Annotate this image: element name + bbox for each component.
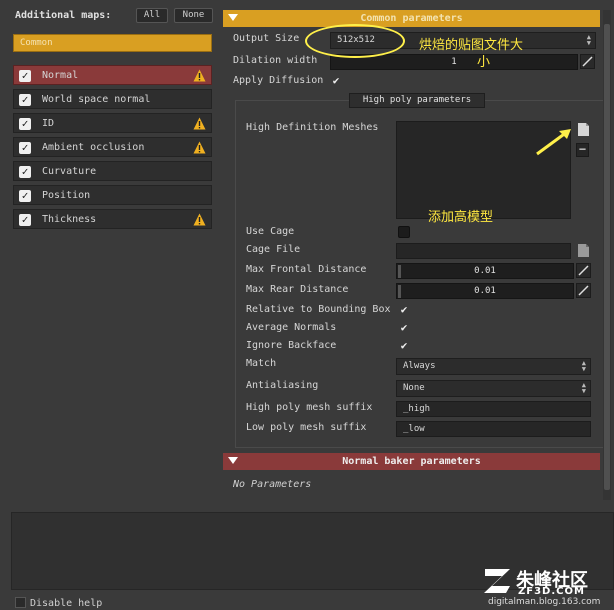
annotation-add-highpoly: 添加高模型 xyxy=(428,210,494,225)
average-normals-label: Average Normals xyxy=(246,322,337,333)
edit-pen-icon[interactable] xyxy=(576,263,591,278)
average-normals-checkbox[interactable]: ✔ xyxy=(398,322,410,334)
map-row-position[interactable]: ✓ Position xyxy=(13,185,212,205)
apply-diffusion-checkbox[interactable]: ✔ xyxy=(330,75,342,87)
updown-arrows-icon: ▲ ▼ xyxy=(581,359,586,373)
checkbox-ambient-occlusion[interactable]: ✓ xyxy=(19,142,31,154)
common-parameters-header[interactable]: Common parameters xyxy=(223,10,600,27)
map-label: Curvature xyxy=(42,166,97,177)
annotation-size-note-2: 小 xyxy=(477,55,491,70)
relative-bounding-box-label: Relative to Bounding Box xyxy=(246,304,391,315)
scrollbar-thumb[interactable] xyxy=(604,24,610,490)
match-dropdown[interactable]: Always ▲ ▼ xyxy=(396,358,591,375)
checkbox-world-space-normal[interactable]: ✓ xyxy=(19,94,31,106)
antialiasing-label: Antialiasing xyxy=(246,380,319,391)
ignore-backface-checkbox[interactable]: ✔ xyxy=(398,340,410,352)
normal-baker-header[interactable]: Normal baker parameters xyxy=(223,453,600,470)
select-none-button[interactable]: None xyxy=(174,8,213,23)
collapse-arrow-icon[interactable] xyxy=(228,457,238,464)
low-poly-suffix-label: Low poly mesh suffix xyxy=(246,422,367,433)
warning-icon xyxy=(193,117,206,130)
edit-pen-icon[interactable] xyxy=(576,283,591,298)
relative-bounding-box-checkbox[interactable]: ✔ xyxy=(398,304,410,316)
warning-icon xyxy=(193,141,206,154)
watermark-logo-icon xyxy=(484,569,510,593)
updown-arrows-icon: ▲ ▼ xyxy=(581,381,586,395)
map-row-id[interactable]: ✓ ID xyxy=(13,113,212,133)
slider-grip[interactable] xyxy=(398,285,401,298)
map-label: Normal xyxy=(42,70,79,81)
section-title: Normal baker parameters xyxy=(342,456,481,467)
watermark-url: digitalman.blog.163.com xyxy=(488,597,601,607)
warning-icon xyxy=(193,69,206,82)
map-row-curvature[interactable]: ✓ Curvature xyxy=(13,161,212,181)
edit-pen-icon[interactable] xyxy=(580,54,595,69)
watermark-sub: ZF3D.COM xyxy=(518,586,585,597)
dilation-width-value: 1 xyxy=(451,57,457,67)
slider-grip[interactable] xyxy=(398,265,401,278)
apply-diffusion-label: Apply Diffusion xyxy=(233,75,324,86)
checkbox-position[interactable]: ✓ xyxy=(19,190,31,202)
disable-help-checkbox[interactable] xyxy=(15,597,26,608)
checkbox-normal[interactable]: ✓ xyxy=(19,70,31,82)
max-rear-distance-label: Max Rear Distance xyxy=(246,284,349,295)
annotation-arrow-icon xyxy=(536,129,571,156)
use-cage-label: Use Cage xyxy=(246,226,295,237)
high-poly-suffix-input[interactable]: _high xyxy=(396,401,591,417)
use-cage-checkbox[interactable] xyxy=(398,226,410,238)
checkbox-id[interactable]: ✓ xyxy=(19,118,31,130)
warning-icon xyxy=(193,213,206,226)
map-label: Position xyxy=(42,190,91,201)
max-frontal-distance-value: 0.01 xyxy=(474,266,496,276)
antialiasing-dropdown[interactable]: None ▲ ▼ xyxy=(396,380,591,397)
remove-mesh-button[interactable]: − xyxy=(576,143,589,157)
output-size-label: Output Size xyxy=(233,33,300,44)
antialiasing-value: None xyxy=(403,383,425,393)
select-all-button[interactable]: All xyxy=(136,8,168,23)
section-title: Common parameters xyxy=(360,13,463,24)
max-frontal-distance-label: Max Frontal Distance xyxy=(246,264,367,275)
checkbox-curvature[interactable]: ✓ xyxy=(19,166,31,178)
low-poly-suffix-input[interactable]: _low xyxy=(396,421,591,437)
preset-selector[interactable]: Common xyxy=(13,34,212,52)
browse-file-icon[interactable] xyxy=(577,243,590,258)
annotation-size-note: 烘焙的贴图文件大 xyxy=(419,38,524,53)
map-label: Ambient occlusion xyxy=(42,142,145,153)
ignore-backface-label: Ignore Backface xyxy=(246,340,337,351)
dilation-width-label: Dilation width xyxy=(233,55,318,66)
map-label: World space normal xyxy=(42,94,151,105)
high-poly-title: High poly parameters xyxy=(349,93,485,108)
high-definition-meshes-label: High Definition Meshes xyxy=(246,122,379,133)
cage-file-label: Cage File xyxy=(246,244,301,255)
collapse-arrow-icon[interactable] xyxy=(228,14,238,21)
map-row-world-space-normal[interactable]: ✓ World space normal xyxy=(13,89,212,109)
updown-arrows-icon: ▲ ▼ xyxy=(586,33,591,47)
map-row-ambient-occlusion[interactable]: ✓ Ambient occlusion xyxy=(13,137,212,157)
match-label: Match xyxy=(246,358,277,369)
high-poly-suffix-label: High poly mesh suffix xyxy=(246,402,373,413)
max-rear-distance-value: 0.01 xyxy=(474,286,496,296)
add-file-icon[interactable] xyxy=(577,122,590,137)
max-frontal-distance-slider[interactable]: 0.01 xyxy=(396,263,574,279)
annotation-ellipse xyxy=(305,24,405,58)
map-row-normal[interactable]: ✓ Normal xyxy=(13,65,212,85)
map-label: Thickness xyxy=(42,214,97,225)
match-value: Always xyxy=(403,361,436,371)
map-label: ID xyxy=(42,118,55,129)
max-rear-distance-slider[interactable]: 0.01 xyxy=(396,283,574,299)
no-parameters-text: No Parameters xyxy=(233,479,312,490)
checkbox-thickness[interactable]: ✓ xyxy=(19,214,31,226)
additional-maps-title: Additional maps: xyxy=(15,10,112,21)
cage-file-field[interactable] xyxy=(396,243,571,259)
map-row-thickness[interactable]: ✓ Thickness xyxy=(13,209,212,229)
disable-help-label: Disable help xyxy=(30,598,103,609)
